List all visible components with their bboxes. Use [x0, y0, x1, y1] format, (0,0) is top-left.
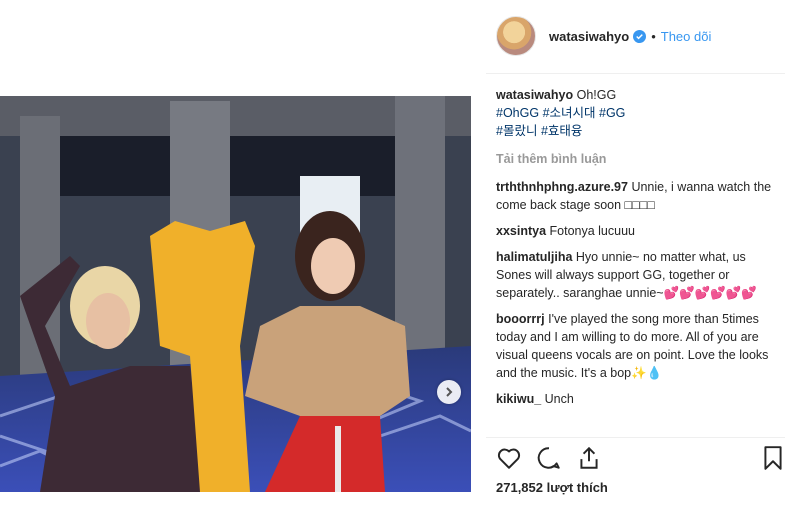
comment: halimatuljiha Hyo unnie~ no matter what,…	[496, 248, 776, 302]
comment: xxsintya Fotonya lucuuu	[496, 222, 776, 240]
comment-username[interactable]: booorrrj	[496, 312, 545, 326]
bookmark-icon[interactable]	[762, 445, 784, 471]
next-photo-button[interactable]	[437, 380, 461, 404]
comment-username[interactable]: trththnhphng.azure.97	[496, 180, 628, 194]
action-bar	[496, 445, 785, 475]
comment: booorrrj I've played the song more than …	[496, 310, 776, 382]
verified-badge-icon	[633, 29, 647, 43]
comment: kikiwu_ Unch	[496, 390, 776, 408]
post-header: watasiwahyo • Theo dõi	[496, 16, 711, 56]
header-divider	[486, 73, 785, 74]
comment-username[interactable]: xxsintya	[496, 224, 546, 238]
caption-text: Oh!GG	[576, 88, 617, 102]
chevron-right-icon	[446, 387, 453, 397]
load-more-comments-button[interactable]: Tải thêm bình luận	[496, 150, 776, 168]
likes-count[interactable]: 271,852 lượt thích	[496, 480, 608, 495]
separator-dot: •	[651, 28, 656, 44]
comments-section: watasiwahyo Oh!GG #OhGG #소녀시대 #GG #몰랐니 #…	[496, 86, 776, 416]
hashtag[interactable]: #소녀시대	[543, 106, 596, 120]
caption: watasiwahyo Oh!GG #OhGG #소녀시대 #GG #몰랐니 #…	[496, 86, 776, 140]
comment-text: Unch	[544, 392, 574, 406]
post-photo[interactable]	[0, 96, 471, 492]
hashtag[interactable]: #효태융	[541, 124, 582, 138]
comment: trththnhphng.azure.97 Unnie, i wanna wat…	[496, 178, 776, 214]
comment-username[interactable]: halimatuljiha	[496, 250, 572, 264]
comment-text: Fotonya lucuuu	[549, 224, 635, 238]
header-username[interactable]: watasiwahyo	[549, 29, 629, 44]
share-upload-icon[interactable]	[576, 445, 602, 471]
comment-bubble-icon[interactable]	[536, 445, 562, 471]
hashtag[interactable]: #몰랐니	[496, 124, 537, 138]
actions-divider	[486, 437, 785, 438]
comment-username[interactable]: kikiwu_	[496, 392, 541, 406]
follow-button[interactable]: Theo dõi	[661, 29, 712, 44]
avatar[interactable]	[496, 16, 536, 56]
heart-outline-icon[interactable]	[496, 445, 522, 471]
caption-username[interactable]: watasiwahyo	[496, 88, 573, 102]
hashtag[interactable]: #GG	[599, 106, 625, 120]
hashtag[interactable]: #OhGG	[496, 106, 539, 120]
